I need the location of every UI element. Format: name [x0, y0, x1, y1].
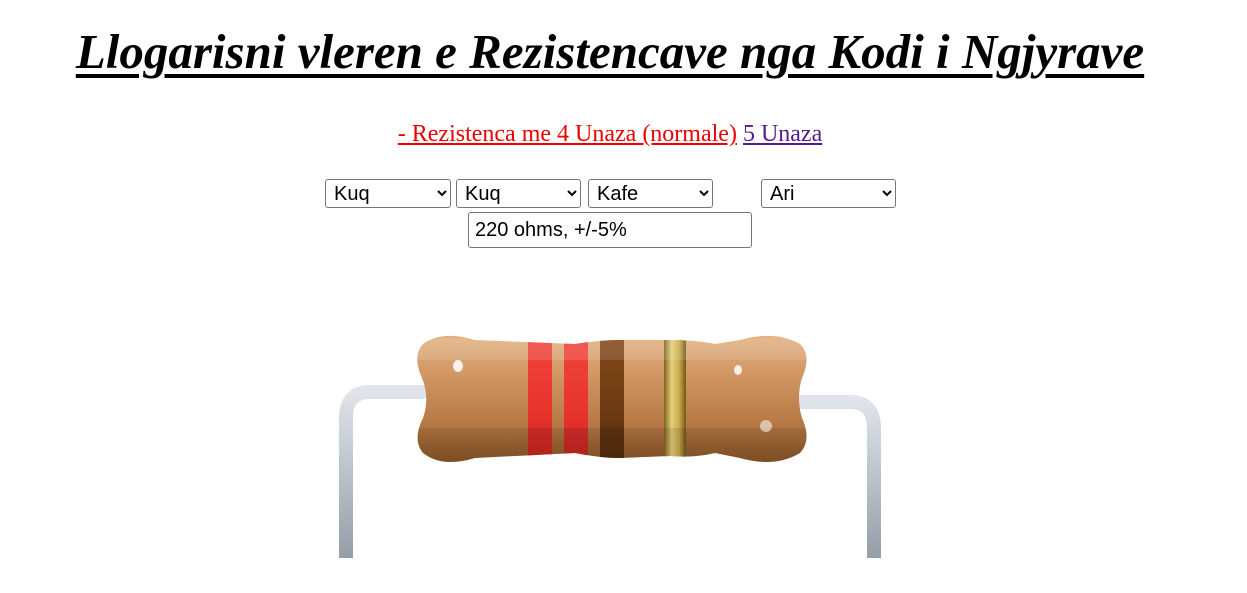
four-band-link[interactable]: - Rezistenca me 4 Unaza (normale): [398, 121, 737, 147]
band2-select[interactable]: Kuq: [456, 179, 581, 208]
band-count-nav: - Rezistenca me 4 Unaza (normale) 5 Unaz…: [0, 118, 1220, 150]
five-band-link[interactable]: 5 Unaza: [743, 121, 822, 147]
left-lead-wire: [339, 385, 429, 558]
page-title: Llogarisni vleren e Rezistencave nga Kod…: [75, 24, 1145, 79]
multiplier-select[interactable]: Kafe: [588, 179, 713, 208]
right-lead-wire: [795, 395, 881, 558]
resistor-image: [339, 335, 881, 558]
tolerance-select[interactable]: Ari: [761, 179, 896, 208]
band1-select[interactable]: Kuq: [325, 179, 451, 208]
resistance-result-field[interactable]: [468, 212, 752, 248]
resistor-body: [417, 335, 807, 462]
